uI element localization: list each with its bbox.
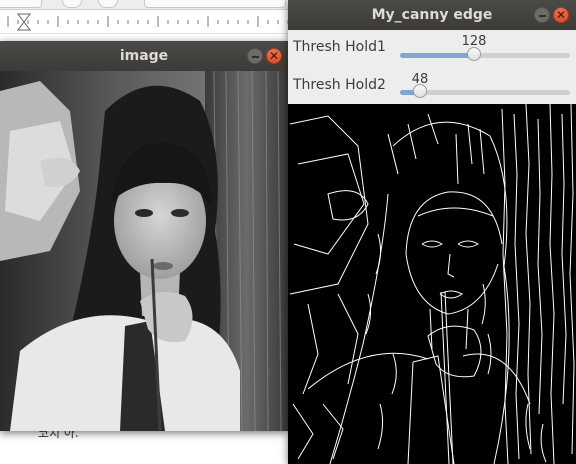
- trackbar-panel: Thresh Hold1 128 Thresh Hold2 48: [288, 30, 576, 104]
- thresh-hold1-handle[interactable]: [467, 47, 481, 61]
- thresh-hold2-slider[interactable]: [400, 84, 570, 98]
- thresh-hold2-handle[interactable]: [413, 84, 427, 98]
- toolbar-round-button[interactable]: [98, 0, 118, 8]
- thresh-hold1-label: Thresh Hold1: [293, 39, 386, 55]
- minimize-icon[interactable]: [247, 48, 263, 64]
- image-window-titlebar[interactable]: image ✕: [0, 41, 288, 71]
- canny-edge-output: [288, 104, 576, 464]
- thresh-hold2-label: Thresh Hold2: [293, 77, 386, 93]
- ruler-ticks: [7, 13, 299, 31]
- editor-toolbar: [0, 0, 300, 10]
- minimize-icon[interactable]: [534, 7, 550, 23]
- image-window[interactable]: image ✕: [0, 41, 288, 431]
- thresh-hold1-fill: [400, 53, 474, 58]
- toolbar-round-button[interactable]: [62, 0, 82, 8]
- grayscale-photo: [0, 71, 288, 431]
- close-icon[interactable]: ✕: [266, 48, 282, 64]
- horizontal-ruler: [0, 11, 300, 34]
- edge-lines: [289, 104, 575, 464]
- toolbar-control[interactable]: [0, 0, 42, 8]
- thresh-hold1-slider[interactable]: [400, 47, 570, 61]
- canny-window-title: My_canny edge: [371, 7, 493, 23]
- image-window-title: image: [119, 48, 169, 64]
- canny-window-titlebar[interactable]: My_canny edge ✕: [288, 0, 576, 30]
- canny-window[interactable]: My_canny edge ✕ Thresh Hold1 128 Thresh …: [288, 0, 576, 464]
- toolbar-field[interactable]: [144, 0, 286, 8]
- close-icon[interactable]: ✕: [553, 7, 569, 23]
- photo-portrait: [0, 71, 288, 431]
